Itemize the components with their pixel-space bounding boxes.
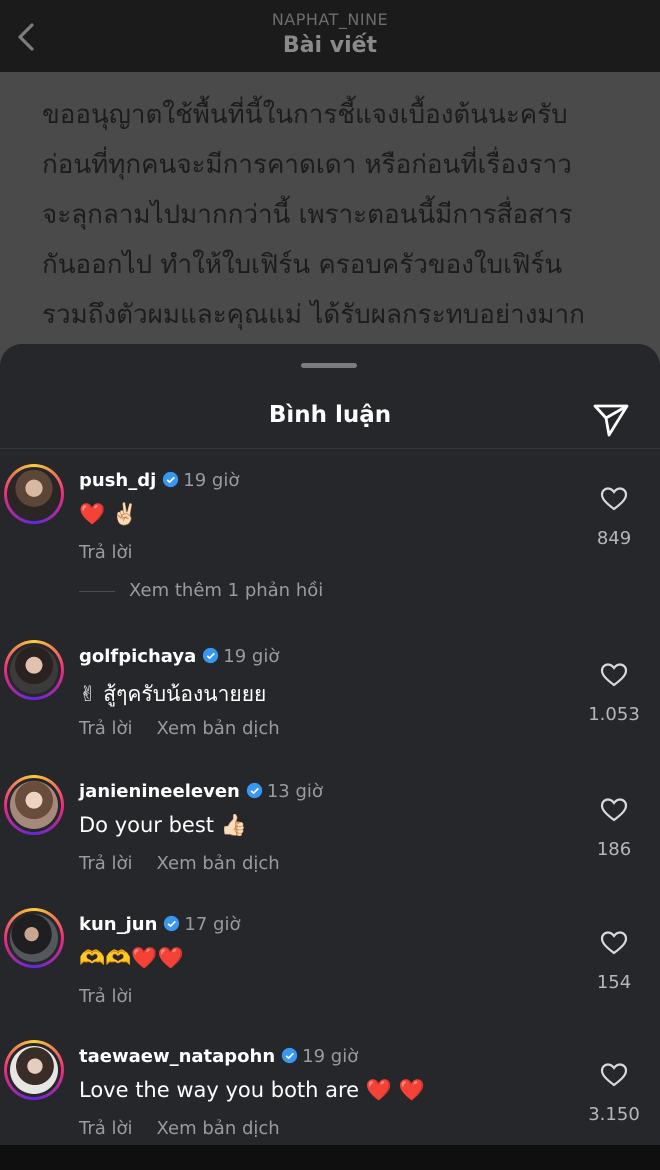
heart-icon[interactable] bbox=[600, 930, 628, 956]
heart-icon[interactable] bbox=[600, 1062, 628, 1088]
verified-badge-icon bbox=[163, 471, 179, 488]
like-group: 849 bbox=[582, 486, 646, 549]
like-group: 1.053 bbox=[582, 662, 646, 725]
comment-item: golfpichaya 19 giờ ✌ สู้ๆครับน้องนายยย Tr… bbox=[0, 640, 660, 770]
verified-badge-icon bbox=[282, 1047, 298, 1064]
more-replies-label: Xem thêm 1 phản hồi bbox=[129, 580, 324, 601]
more-replies-line bbox=[79, 590, 115, 592]
comment-text: Love the way you both are ❤️ ❤️ bbox=[79, 1078, 425, 1102]
heart-icon[interactable] bbox=[600, 486, 628, 512]
comment-username[interactable]: kun_jun bbox=[79, 914, 157, 935]
share-send-icon[interactable] bbox=[591, 398, 631, 438]
comment-username-row[interactable]: kun_jun 17 giờ bbox=[79, 914, 240, 935]
comment-text: ✌ สู้ๆครับน้องนายยย bbox=[79, 682, 267, 706]
like-group: 3.150 bbox=[582, 1062, 646, 1125]
comment-actions: Trả lời bbox=[79, 542, 157, 563]
avatar[interactable] bbox=[4, 775, 64, 835]
heart-icon[interactable] bbox=[600, 797, 628, 823]
comment-time: 17 giờ bbox=[184, 914, 241, 935]
comment-username-row[interactable]: janienineeleven 13 giờ bbox=[79, 781, 323, 802]
post-author-username: NAPHAT_NINE bbox=[271, 10, 389, 29]
like-group: 154 bbox=[582, 930, 646, 993]
verified-badge-icon bbox=[164, 915, 180, 932]
comment-actions: Trả lời bbox=[79, 986, 157, 1007]
page-title: Bài viết bbox=[282, 33, 378, 58]
reply-button[interactable]: Trả lời bbox=[79, 986, 133, 1007]
comment-username[interactable]: taewaew_natapohn bbox=[79, 1046, 275, 1067]
like-count: 154 bbox=[596, 972, 632, 993]
reply-button[interactable]: Trả lời bbox=[79, 542, 133, 563]
comment-text: Do your best 👍🏻 bbox=[79, 813, 247, 837]
like-count: 186 bbox=[596, 839, 632, 860]
reply-button[interactable]: Trả lời bbox=[79, 1118, 133, 1139]
comment-username-row[interactable]: golfpichaya 19 giờ bbox=[79, 646, 279, 667]
comment-username-row[interactable]: push_dj 19 giờ bbox=[79, 470, 239, 491]
like-count: 3.150 bbox=[588, 1104, 640, 1125]
like-count: 1.053 bbox=[588, 704, 640, 725]
avatar[interactable] bbox=[4, 640, 64, 700]
comment-item: push_dj 19 giờ ❤️ ✌🏻 Trả lời 849 bbox=[0, 464, 660, 594]
caption-line: ขออนุญาตใช้พื้นที่นี้ในการชี้แจงเบื้องต้… bbox=[42, 100, 568, 130]
verified-badge-icon bbox=[246, 782, 263, 799]
translate-button[interactable]: Xem bản dịch bbox=[157, 718, 280, 739]
sheet-title: Bình luận bbox=[268, 402, 392, 428]
view-more-replies-button[interactable]: Xem thêm 1 phản hồi bbox=[79, 580, 323, 601]
caption-line: จะลุกลามไปมากกว่านี้ เพราะตอนนี้มีการสื่… bbox=[42, 200, 573, 230]
comment-username[interactable]: golfpichaya bbox=[79, 646, 196, 667]
comment-item: taewaew_natapohn 19 giờ Love the way you … bbox=[0, 1040, 660, 1170]
comments-sheet: Bình luận push_dj 19 giờ ❤️ ✌🏻 Trả lời 84… bbox=[0, 344, 660, 1145]
comment-item: janienineeleven 13 giờ Do your best 👍🏻 Tr… bbox=[0, 775, 660, 905]
comment-actions: Trả lời Xem bản dịch bbox=[79, 853, 304, 874]
like-group: 186 bbox=[582, 797, 646, 860]
comment-item: kun_jun 17 giờ 🫶🫶❤️❤️ Trả lời 154 bbox=[0, 908, 660, 1038]
like-count: 849 bbox=[596, 528, 632, 549]
sheet-grabber[interactable] bbox=[301, 363, 357, 368]
comment-actions: Trả lời Xem bản dịch bbox=[79, 1118, 304, 1139]
avatar[interactable] bbox=[4, 464, 64, 524]
comment-time: 19 giờ bbox=[302, 1046, 359, 1067]
divider bbox=[0, 448, 660, 449]
caption-line: กันออกไป ทำให้ใบเฟิร์น ครอบครัวของใบเฟิร… bbox=[42, 250, 563, 280]
comment-username-row[interactable]: taewaew_natapohn 19 giờ bbox=[79, 1046, 358, 1067]
top-bar: NAPHAT_NINE Bài viết bbox=[0, 0, 660, 72]
comment-username[interactable]: push_dj bbox=[79, 470, 156, 491]
reply-button[interactable]: Trả lời bbox=[79, 718, 133, 739]
caption-line: ก่อนที่ทุกคนจะมีการคาดเดา หรือก่อนที่เรื… bbox=[42, 150, 572, 180]
translate-button[interactable]: Xem bản dịch bbox=[157, 1118, 280, 1139]
avatar[interactable] bbox=[4, 1040, 64, 1100]
comment-time: 19 giờ bbox=[223, 646, 280, 667]
comment-text: 🫶🫶❤️❤️ bbox=[79, 946, 184, 970]
comment-time: 19 giờ bbox=[183, 470, 240, 491]
comment-text: ❤️ ✌🏻 bbox=[79, 502, 138, 526]
comment-username[interactable]: janienineeleven bbox=[79, 781, 240, 802]
translate-button[interactable]: Xem bản dịch bbox=[157, 853, 280, 874]
caption-line: รวมถึงตัวผมและคุณแม่ ได้รับผลกระทบอย่างม… bbox=[42, 300, 585, 330]
avatar[interactable] bbox=[4, 908, 64, 968]
verified-badge-icon bbox=[203, 647, 219, 664]
heart-icon[interactable] bbox=[600, 662, 628, 688]
reply-button[interactable]: Trả lời bbox=[79, 853, 133, 874]
comment-actions: Trả lời Xem bản dịch bbox=[79, 718, 304, 739]
comment-time: 13 giờ bbox=[266, 781, 323, 802]
post-caption: ขออนุญาตใช้พื้นที่นี้ในการชี้แจงเบื้องต้… bbox=[0, 72, 660, 372]
